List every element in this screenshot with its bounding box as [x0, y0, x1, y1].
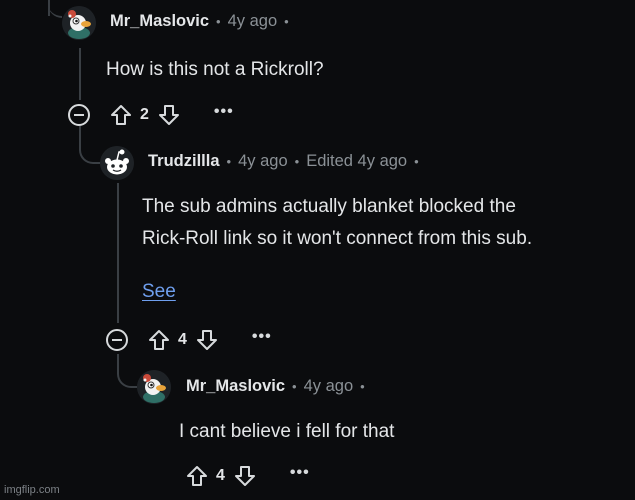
duck-avatar-icon — [62, 6, 96, 40]
meta-separator: • — [360, 379, 365, 394]
comment-header: Trudzillla • 4y ago • Edited 4y ago • — [148, 152, 426, 171]
meta-separator: • — [294, 154, 300, 169]
upvote-icon — [111, 105, 131, 125]
thread-line-comment-2 — [117, 183, 119, 323]
avatar[interactable] — [62, 6, 96, 40]
collapse-button[interactable] — [106, 329, 128, 351]
comment-actions: 4 ••• — [186, 461, 310, 491]
comment-actions: 2 ••• — [68, 100, 234, 130]
username[interactable]: Mr_Maslovic — [186, 377, 285, 396]
edited-label: Edited 4y ago — [306, 152, 408, 170]
avatar[interactable] — [100, 146, 134, 180]
thread-line-comment-1 — [79, 48, 81, 100]
more-options-button[interactable]: ••• — [290, 464, 310, 482]
collapse-button[interactable] — [68, 104, 90, 126]
comment-body-line: I cant believe i fell for that — [179, 421, 395, 442]
username[interactable]: Mr_Maslovic — [110, 12, 209, 31]
comment-age[interactable]: 4y ago — [228, 12, 278, 31]
comment-body: I cant believe i fell for that — [179, 416, 394, 448]
duck-avatar-icon — [137, 370, 171, 404]
vote-score: 2 — [140, 106, 149, 123]
minus-icon — [112, 339, 122, 341]
username[interactable]: Trudzillla — [148, 152, 220, 171]
thread-elbow-3 — [117, 354, 137, 388]
see-link[interactable]: See — [142, 281, 176, 303]
comment-body-line: The sub admins actually blanket blocked … — [142, 196, 516, 217]
comment-body: The sub admins actually blanket blocked … — [142, 191, 532, 255]
comment-age[interactable]: 4y ago — [304, 377, 354, 396]
comment-header: Mr_Maslovic • 4y ago • — [110, 12, 296, 31]
upvote-button[interactable] — [148, 329, 170, 351]
watermark: imgflip.com — [4, 484, 60, 496]
minus-icon — [74, 114, 84, 116]
meta-separator: • — [284, 14, 289, 29]
downvote-button[interactable] — [158, 104, 180, 126]
upvote-button[interactable] — [110, 104, 132, 126]
downvote-icon — [234, 466, 255, 486]
avatar[interactable] — [137, 370, 171, 404]
comment-thread: Mr_Maslovic • 4y ago • How is this not a… — [0, 0, 635, 500]
comment-age[interactable]: 4y ago — [238, 152, 288, 171]
downvote-icon — [196, 330, 217, 350]
downvote-icon — [158, 105, 179, 125]
thread-elbow-2 — [79, 130, 101, 164]
meta-separator: • — [292, 379, 297, 394]
comment-header: Mr_Maslovic • 4y ago • — [186, 377, 372, 396]
thread-elbow-top — [48, 0, 62, 18]
upvote-icon — [149, 330, 169, 350]
comment-actions: 4 ••• — [106, 325, 272, 355]
comment-body-line: Rick-Roll link so it won't connect from … — [142, 228, 533, 249]
more-options-button[interactable]: ••• — [214, 103, 234, 121]
upvote-button[interactable] — [186, 465, 208, 487]
downvote-button[interactable] — [196, 329, 218, 351]
meta-separator: • — [226, 154, 232, 169]
vote-score: 4 — [178, 331, 187, 348]
upvote-icon — [187, 466, 207, 486]
downvote-button[interactable] — [234, 465, 256, 487]
comment-body-line: How is this not a Rickroll? — [106, 59, 324, 80]
meta-separator: • — [414, 154, 419, 169]
snoo-avatar-icon — [100, 146, 134, 180]
meta-separator: • — [216, 14, 221, 29]
more-options-button[interactable]: ••• — [252, 328, 272, 346]
vote-score: 4 — [216, 467, 225, 484]
comment-body: How is this not a Rickroll? — [106, 54, 324, 86]
